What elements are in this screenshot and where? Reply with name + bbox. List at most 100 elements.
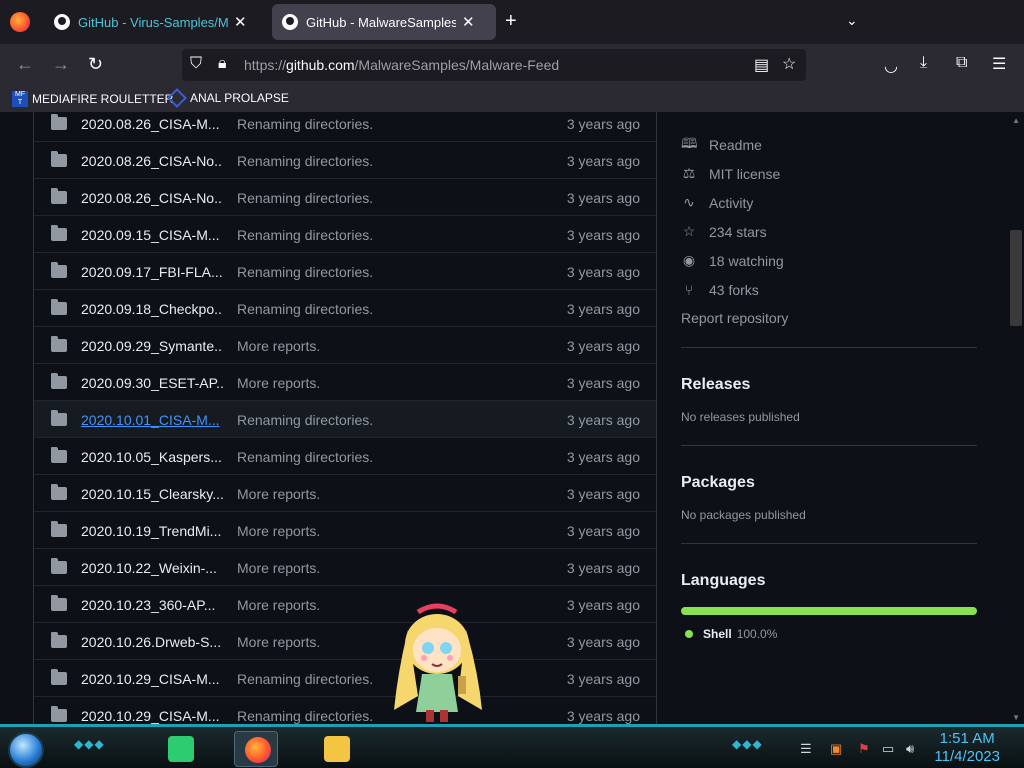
folder-app-icon [324,736,350,762]
tab-close-icon[interactable]: ✕ [462,13,475,31]
bookmark-prolapse[interactable]: ANAL PROLAPSE [167,88,289,108]
sidebar-item-readme[interactable]: 🕮︎ Readme [681,130,977,159]
file-name-link[interactable]: 2020.10.29_CISA-M... [81,671,223,687]
file-name-link[interactable]: 2020.08.26_CISA-No... [81,153,223,169]
reader-view-icon[interactable]: ▤ [754,55,769,75]
sidebar-item-mit-license[interactable]: ⚖︎ MIT license [681,159,977,188]
taskbar-decoration: ◆◆◆ [732,737,763,751]
table-row[interactable]: 2020.09.30_ESET-AP... More reports. 3 year… [34,363,656,400]
file-name-link[interactable]: 2020.10.22_Weixin-... [81,560,223,576]
language-item-shell[interactable]: Shell 100.0% [681,627,977,641]
file-name-link[interactable]: 2020.10.26.Drweb-S... [81,634,223,650]
tab-malware-samples[interactable]: GitHub - MalwareSamples/Mal ✕ [272,4,496,40]
taskbar-app-explorer[interactable] [314,731,358,767]
extensions-icon[interactable]: ⧉ [956,54,967,72]
new-tab-icon[interactable]: + [505,10,517,33]
commit-message-link[interactable]: Renaming directories. [237,190,373,206]
table-row[interactable]: 2020.10.23_360-AP... More reports. 3 years… [34,585,656,622]
commit-message-link[interactable]: More reports. [237,597,320,613]
table-row[interactable]: 2020.10.01_CISA-M... Renaming directories… [34,400,656,437]
commit-message-link[interactable]: More reports. [237,338,320,354]
show-hidden-icons-icon[interactable]: ☰ [800,741,812,757]
commit-message-link[interactable]: Renaming directories. [237,153,373,169]
volume-icon[interactable]: 🔊︎ [906,741,914,757]
back-arrow-icon[interactable]: ← [16,54,34,75]
file-name-link[interactable]: 2020.10.01_CISA-M... [81,412,223,428]
start-button[interactable] [8,732,44,768]
bookmark-star-icon[interactable]: ☆ [782,54,796,74]
sidebar-item-18-watching[interactable]: ◉ 18 watching [681,246,977,275]
commit-message-link[interactable]: Renaming directories. [237,301,373,317]
file-name-link[interactable]: 2020.10.19_TrendMi... [81,523,223,539]
shield-icon[interactable]: ⛉ [190,55,202,73]
scroll-down-arrow-icon[interactable]: ▼ [1012,713,1020,722]
table-row[interactable]: 2020.10.29_CISA-M... Renaming directories… [34,696,656,724]
tab-virus-samples[interactable]: GitHub - Virus-Samples/Malwa ✕ [44,4,270,40]
packages-heading[interactable]: Packages [681,474,977,492]
downloads-icon[interactable]: ⤓ [920,54,927,72]
scroll-up-arrow-icon[interactable]: ▲ [1012,116,1020,125]
sidebar-item-43-forks[interactable]: ⑂ 43 forks [681,275,977,304]
table-row[interactable]: 2020.10.15_Clearsky... More reports. 3 yea… [34,474,656,511]
file-name-link[interactable]: 2020.09.30_ESET-AP... [81,375,223,391]
scrollbar-thumb[interactable] [1010,230,1022,326]
pocket-icon[interactable]: ◡ [884,56,898,76]
table-row[interactable]: 2020.08.26_CISA-No... Renaming directorie… [34,178,656,215]
folder-icon [51,410,67,426]
table-row[interactable]: 2020.08.26_CISA-No... Renaming directorie… [34,141,656,178]
hamburger-menu-icon[interactable]: ☰ [992,54,1006,74]
table-row[interactable]: 2020.10.22_Weixin-... More reports. 3 year… [34,548,656,585]
file-name-link[interactable]: 2020.10.05_Kaspers... [81,449,223,465]
file-name-link[interactable]: 2020.09.15_CISA-M... [81,227,223,243]
file-name-link[interactable]: 2020.10.23_360-AP... [81,597,223,613]
table-row[interactable]: 2020.08.26_CISA-M... Renaming directories… [34,112,656,141]
taskbar-app-firefox[interactable] [234,731,278,767]
report-repository-link[interactable]: Report repository [681,310,977,326]
commit-message-link[interactable]: Renaming directories. [237,412,373,428]
commit-message-link[interactable]: More reports. [237,634,320,650]
table-row[interactable]: 2020.10.29_CISA-M... Renaming directories… [34,659,656,696]
page-scrollbar[interactable]: ▲ ▼ [1008,112,1024,724]
table-row[interactable]: 2020.09.29_Symante... More reports. 3 year… [34,326,656,363]
action-center-flag-icon[interactable]: ⚑ [858,741,870,757]
table-row[interactable]: 2020.09.17_FBI-FLA... Renaming directorie… [34,252,656,289]
tray-app-icon[interactable]: ▣ [830,741,842,757]
url-bar[interactable]: ⛉ 🔒︎ https://github.com/MalwareSamples/M… [182,49,806,81]
url-text[interactable]: https://github.com/MalwareSamples/Malwar… [244,57,559,73]
sidebar-item-234-stars[interactable]: ☆ 234 stars [681,217,977,246]
commit-message-link[interactable]: Renaming directories. [237,449,373,465]
file-name-link[interactable]: 2020.09.29_Symante... [81,338,223,354]
sidebar-item-activity[interactable]: ∿ Activity [681,188,977,217]
reload-icon[interactable]: ↻ [88,54,103,75]
commit-message-link[interactable]: More reports. [237,375,320,391]
commit-message-link[interactable]: Renaming directories. [237,227,373,243]
commit-message-link[interactable]: Renaming directories. [237,708,373,724]
commit-message-link[interactable]: Renaming directories. [237,671,373,687]
forward-arrow-icon[interactable]: → [52,54,70,75]
table-row[interactable]: 2020.09.18_Checkpo... Renaming directorie… [34,289,656,326]
file-name-link[interactable]: 2020.10.29_CISA-M... [81,708,223,724]
commit-message-link[interactable]: Renaming directories. [237,264,373,280]
commit-message-link[interactable]: More reports. [237,560,320,576]
file-name-link[interactable]: 2020.08.26_CISA-No... [81,190,223,206]
network-icon[interactable]: ▭ [882,741,894,757]
file-name-link[interactable]: 2020.08.26_CISA-M... [81,116,223,132]
file-name-link[interactable]: 2020.09.18_Checkpo... [81,301,223,317]
file-name-link[interactable]: 2020.09.17_FBI-FLA... [81,264,223,280]
firefox-menu-icon[interactable] [10,12,30,32]
lock-icon[interactable]: 🔒︎ [218,55,227,73]
table-row[interactable]: 2020.09.15_CISA-M... Renaming directories… [34,215,656,252]
table-row[interactable]: 2020.10.05_Kaspers... Renaming directorie… [34,437,656,474]
table-row[interactable]: 2020.10.26.Drweb-S... More reports. 3 year… [34,622,656,659]
releases-heading[interactable]: Releases [681,376,977,394]
tab-close-icon[interactable]: ✕ [234,13,247,31]
bookmark-mediafire[interactable]: MF T MEDIAFIRE ROULETTER [12,91,173,107]
commit-message-link[interactable]: More reports. [237,523,320,539]
system-clock[interactable]: 1:51 AM 11/4/2023 [934,730,1000,766]
commit-message-link[interactable]: More reports. [237,486,320,502]
taskbar-app-notes[interactable] [158,731,202,767]
list-tabs-chevron-icon[interactable]: ⌄ [846,12,858,29]
commit-message-link[interactable]: Renaming directories. [237,116,373,132]
table-row[interactable]: 2020.10.19_TrendMi... More reports. 3 year… [34,511,656,548]
file-name-link[interactable]: 2020.10.15_Clearsky... [81,486,223,502]
